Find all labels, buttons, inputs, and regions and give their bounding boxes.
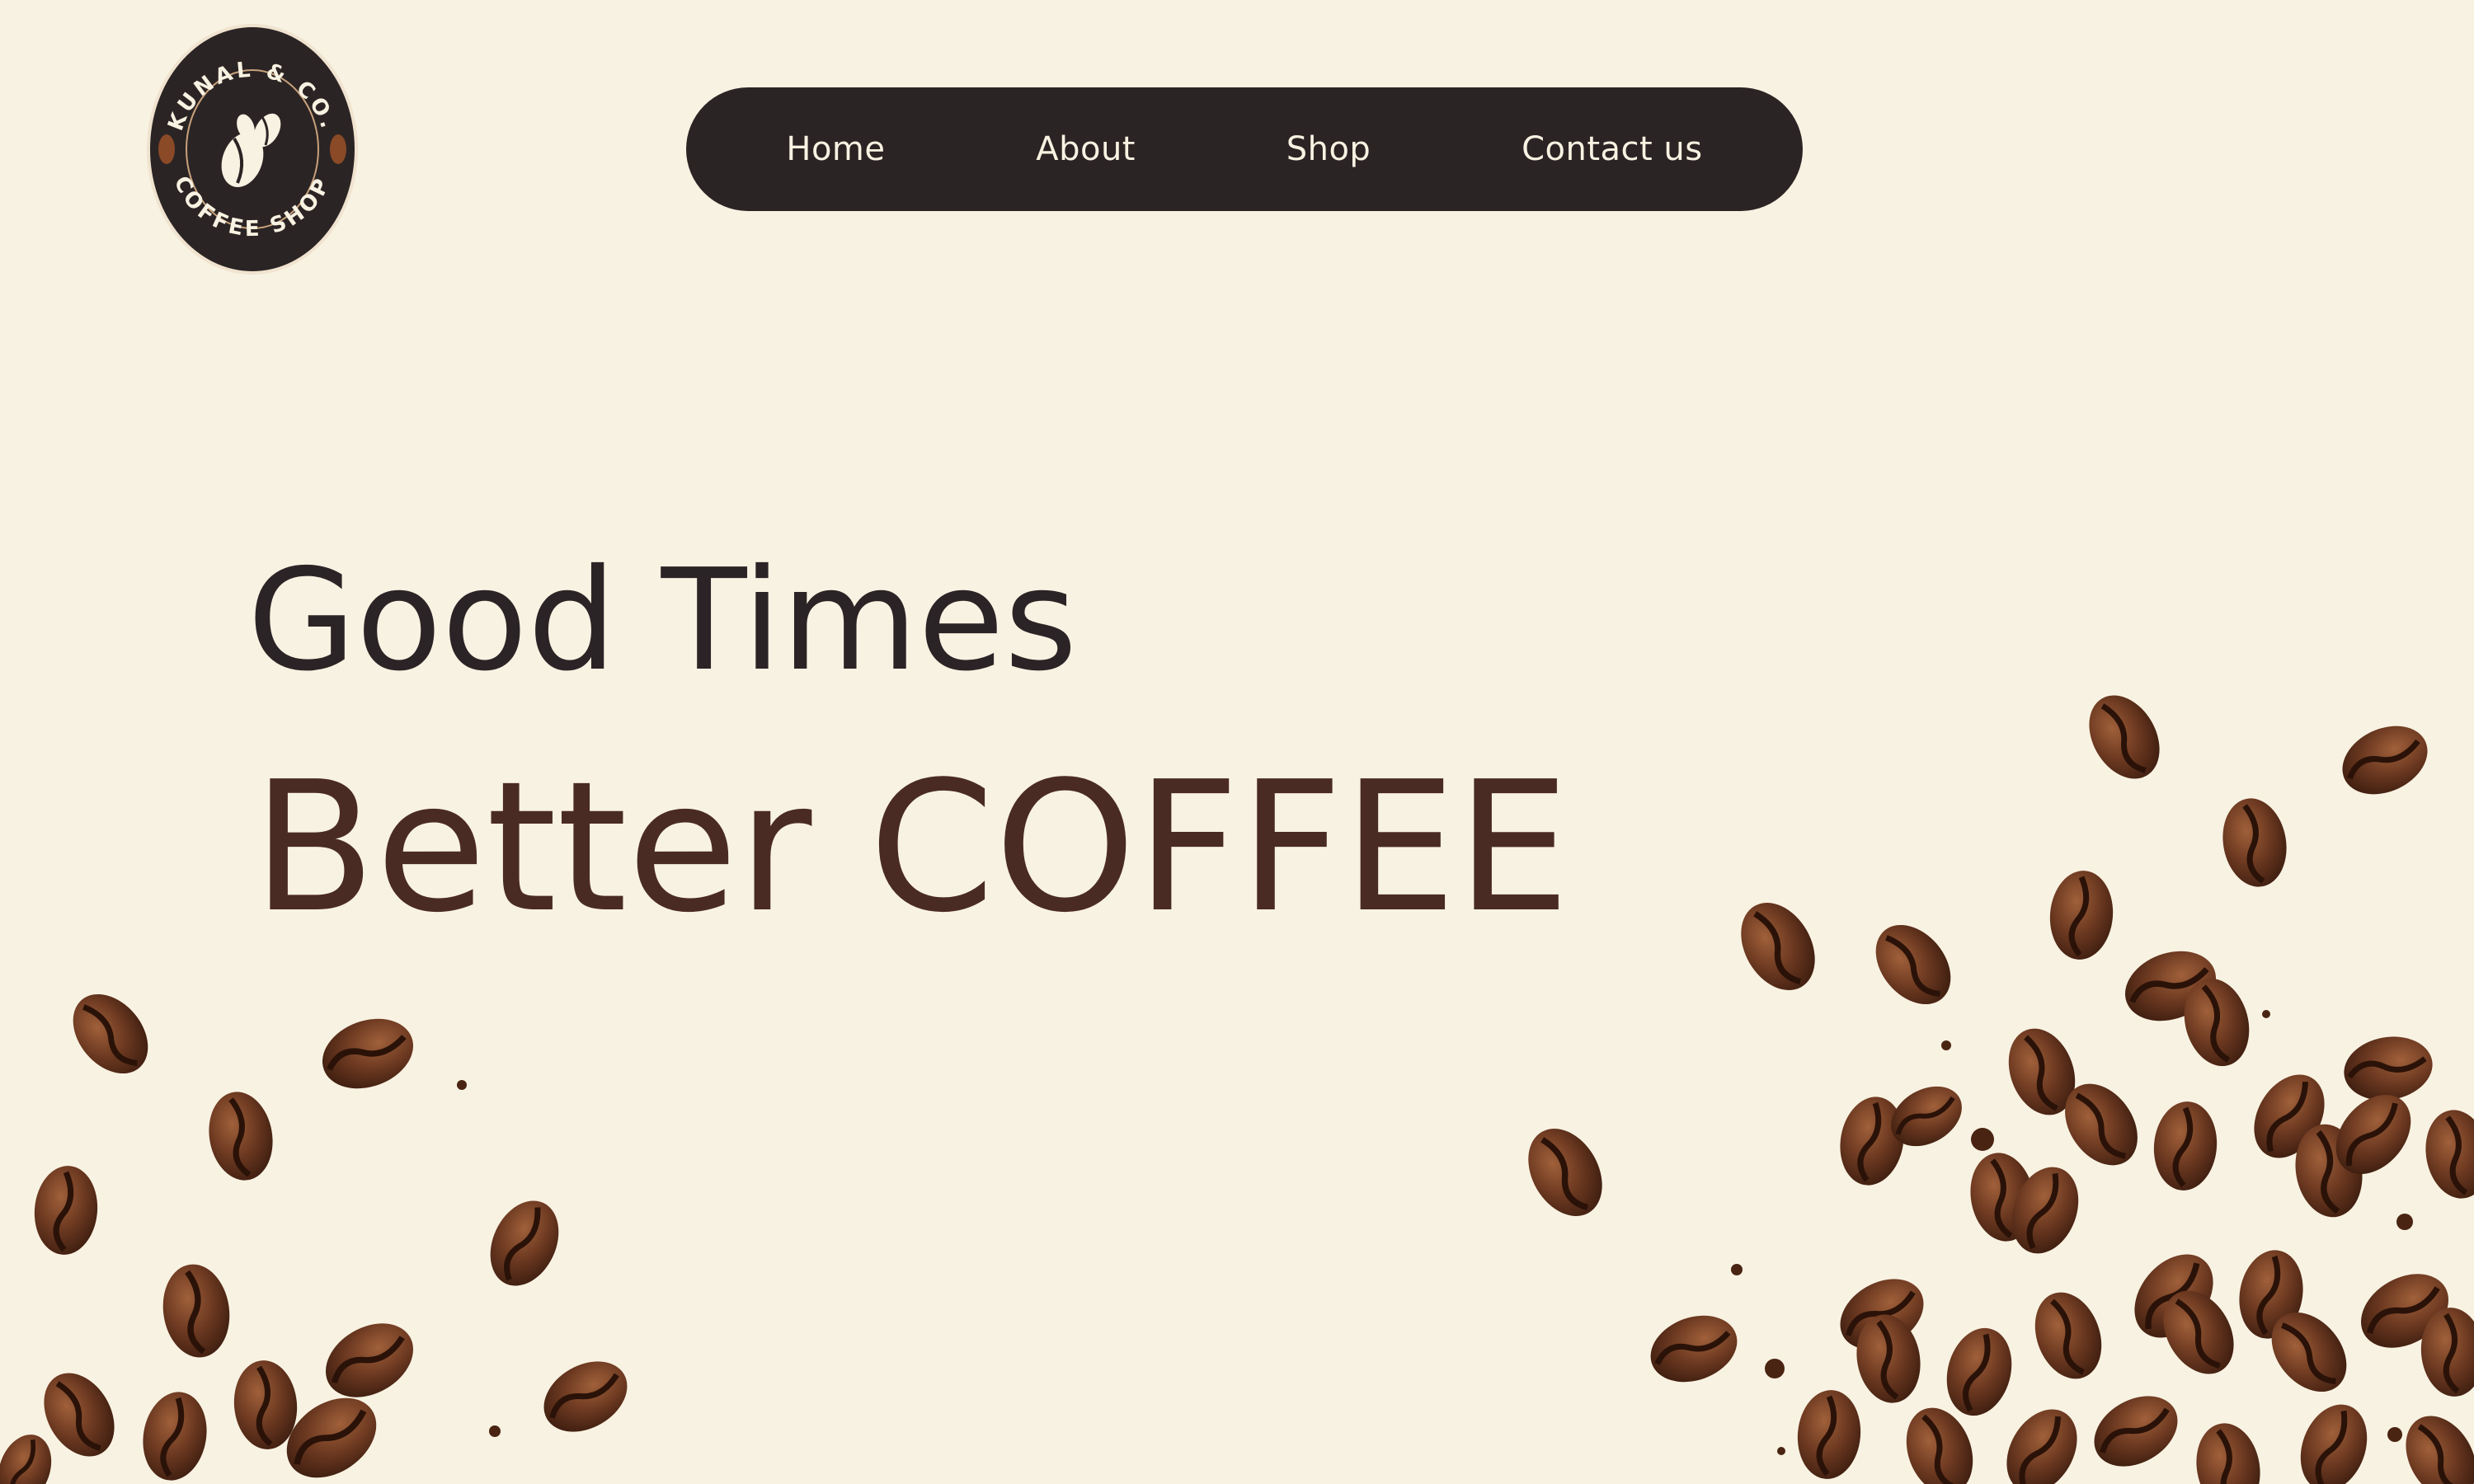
bean-cluster-left xyxy=(0,979,640,1484)
coffee-beans-decoration xyxy=(0,0,2474,1484)
bean-cluster-right xyxy=(1513,683,2474,1484)
nav-contact[interactable]: Contact us xyxy=(1522,130,1703,168)
main-navigation: Home About Shop Contact us xyxy=(686,87,1803,211)
nav-shop[interactable]: Shop xyxy=(1286,130,1371,168)
brand-logo[interactable]: KUNAL & CO. COFFEE SHOP xyxy=(145,21,360,277)
nav-about[interactable]: About xyxy=(1036,130,1136,168)
nav-home[interactable]: Home xyxy=(786,130,885,168)
hero-subheadline: Better COFFEE xyxy=(252,744,1570,952)
hero-headline: Good Times xyxy=(247,539,1078,702)
coffee-shop-logo-icon: KUNAL & CO. COFFEE SHOP xyxy=(147,24,358,275)
bean-fragments xyxy=(457,1010,2413,1455)
